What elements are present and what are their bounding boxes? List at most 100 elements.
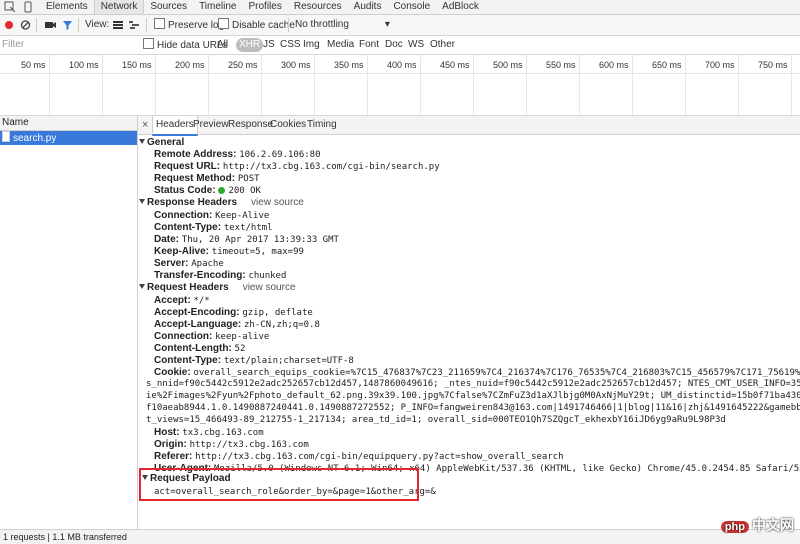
filter-icon[interactable] — [62, 18, 73, 32]
timeline-gridline — [791, 55, 792, 115]
devtools-tab-bar: Elements Network Sources Timeline Profil… — [0, 0, 800, 15]
tab-cookies[interactable]: Cookies — [270, 116, 306, 134]
close-icon[interactable]: × — [142, 119, 148, 131]
timeline-tick-label: 500 ms — [493, 60, 523, 70]
status-code-row: Status Code: 200 OK — [154, 185, 261, 196]
timeline-gridline — [685, 55, 686, 115]
response-header-row: Content-Type: text/html — [154, 222, 273, 233]
request-header-row: Accept: */* — [154, 295, 210, 306]
tab-network[interactable]: Network — [93, 0, 145, 14]
view-label: View: — [85, 19, 110, 30]
tab-elements[interactable]: Elements — [40, 0, 94, 14]
name-column-header[interactable]: Name — [0, 116, 137, 131]
response-header-row: Transfer-Encoding: chunked — [154, 270, 287, 281]
filter-type-media[interactable]: Media — [327, 38, 354, 52]
origin-row: Origin: http://tx3.cbg.163.com — [154, 439, 309, 450]
cookie-continuation: f10aeab8944.1.0.1490887240441.0.14908872… — [146, 403, 800, 413]
tab-timeline[interactable]: Timeline — [193, 0, 242, 14]
response-header-row: Keep-Alive: timeout=5, max=99 — [154, 246, 304, 257]
timeline-tick-label: 400 ms — [387, 60, 417, 70]
general-section-header[interactable]: General — [138, 137, 184, 148]
timeline-gridline — [102, 55, 103, 115]
tab-preview[interactable]: Preview — [193, 116, 229, 134]
tab-headers[interactable]: Headers — [152, 116, 198, 136]
throttling-select[interactable]: No throttling ▾ — [295, 18, 390, 32]
tab-profiles[interactable]: Profiles — [242, 0, 287, 14]
response-view-source-link[interactable]: view source — [251, 197, 304, 208]
request-url-row: Request URL: http://tx3.cbg.163.com/cgi-… — [154, 161, 440, 172]
payload-highlight-box — [139, 468, 419, 501]
disable-cache-checkbox[interactable]: Disable cache — [218, 18, 295, 32]
tab-console[interactable]: Console — [387, 0, 436, 14]
camera-icon[interactable] — [44, 18, 56, 32]
timeline-overview[interactable]: 50 ms 100 ms 150 ms 200 ms 250 ms 300 ms 350 m… — [0, 55, 800, 116]
response-header-row: Server: Apache — [154, 258, 224, 269]
timeline-gridline — [208, 55, 209, 115]
filter-type-font[interactable]: Font — [359, 38, 379, 52]
inspect-icon[interactable] — [4, 1, 16, 13]
request-view-source-link[interactable]: view source — [243, 282, 296, 293]
timeline-tick-label: 300 ms — [281, 60, 311, 70]
clear-icon[interactable] — [20, 18, 31, 32]
timeline-gridline — [473, 55, 474, 115]
overview-view-icon[interactable] — [128, 18, 140, 32]
timeline-gridline — [579, 55, 580, 115]
timeline-gridline — [314, 55, 315, 115]
detail-tab-bar: × Headers Preview Response Cookies Timin… — [138, 116, 800, 136]
filter-bar: Filter Hide data URLs All XHR JS CSS Img… — [0, 36, 800, 55]
cookie-continuation: ie%2Fimages%2Fyun%2Fphoto_default_62.png… — [146, 391, 800, 401]
request-header-row: Content-Type: text/plain;charset=UTF-8 — [154, 355, 354, 366]
request-header-row: Accept-Language: zh-CN,zh;q=0.8 — [154, 319, 320, 330]
network-toolbar: View: Preserve log Disable cache No thro… — [0, 15, 800, 36]
request-header-row: Accept-Encoding: gzip, deflate — [154, 307, 313, 318]
list-view-icon[interactable] — [112, 18, 124, 32]
record-icon[interactable] — [4, 18, 14, 32]
cookie-continuation: s_nnid=f90c5442c5912e2adc252657cb12d457,… — [146, 379, 800, 389]
request-row-selected[interactable]: search.py — [0, 131, 137, 145]
request-name: search.py — [13, 133, 57, 144]
filter-type-css[interactable]: CSS — [280, 38, 301, 52]
filter-type-js[interactable]: JS — [263, 38, 275, 52]
timeline-tick-label: 200 ms — [175, 60, 205, 70]
tab-audits[interactable]: Audits — [348, 0, 388, 14]
host-row: Host: tx3.cbg.163.com — [154, 427, 264, 438]
site-watermark: php 中文网 — [720, 515, 794, 535]
hide-data-urls-checkbox[interactable]: Hide data URLs — [143, 38, 228, 52]
timeline-tick-label: 50 ms — [21, 60, 46, 70]
status-ok-icon — [218, 187, 226, 194]
filter-type-other[interactable]: Other — [430, 38, 455, 52]
timeline-gridline — [632, 55, 633, 115]
timeline-gridline — [526, 55, 527, 115]
tab-sources[interactable]: Sources — [144, 0, 193, 14]
filter-type-doc[interactable]: Doc — [385, 38, 403, 52]
timeline-tick-label: 700 ms — [705, 60, 735, 70]
request-headers-section-header[interactable]: Request Headers view source — [138, 282, 296, 293]
response-header-row: Connection: Keep-Alive — [154, 210, 270, 221]
filter-type-xhr[interactable]: XHR — [236, 38, 264, 52]
timeline-gridline — [155, 55, 156, 115]
timeline-tick-label: 350 ms — [334, 60, 364, 70]
filter-type-ws[interactable]: WS — [408, 38, 424, 52]
timeline-tick-label: 550 ms — [546, 60, 576, 70]
filter-input[interactable]: Filter — [0, 38, 137, 52]
tab-response[interactable]: Response — [228, 116, 273, 134]
timeline-tick-label: 150 ms — [122, 60, 152, 70]
timeline-tick-label: 100 ms — [69, 60, 99, 70]
timeline-tick-label: 600 ms — [599, 60, 629, 70]
filter-type-all[interactable]: All — [217, 38, 228, 52]
referer-row: Referer: http://tx3.cbg.163.com/cgi-bin/… — [154, 451, 564, 462]
filter-type-img[interactable]: Img — [303, 38, 320, 52]
timeline-tick-label: 250 ms — [228, 60, 258, 70]
device-mode-icon[interactable] — [22, 1, 34, 13]
tab-timing[interactable]: Timing — [307, 116, 337, 134]
request-header-row: Connection: keep-alive — [154, 331, 270, 342]
tab-resources[interactable]: Resources — [288, 0, 348, 14]
response-headers-section-header[interactable]: Response Headers view source — [138, 197, 304, 208]
timeline-gridline — [49, 55, 50, 115]
preserve-log-checkbox[interactable]: Preserve log — [154, 18, 224, 32]
response-header-row: Date: Thu, 20 Apr 2017 13:39:33 GMT — [154, 234, 339, 245]
tab-adblock[interactable]: AdBlock — [436, 0, 485, 14]
request-method-row: Request Method: POST — [154, 173, 260, 184]
cookie-row: Cookie: overall_search_equips_cookie=%7C… — [154, 367, 800, 378]
timeline-tick-label: 750 ms — [758, 60, 788, 70]
